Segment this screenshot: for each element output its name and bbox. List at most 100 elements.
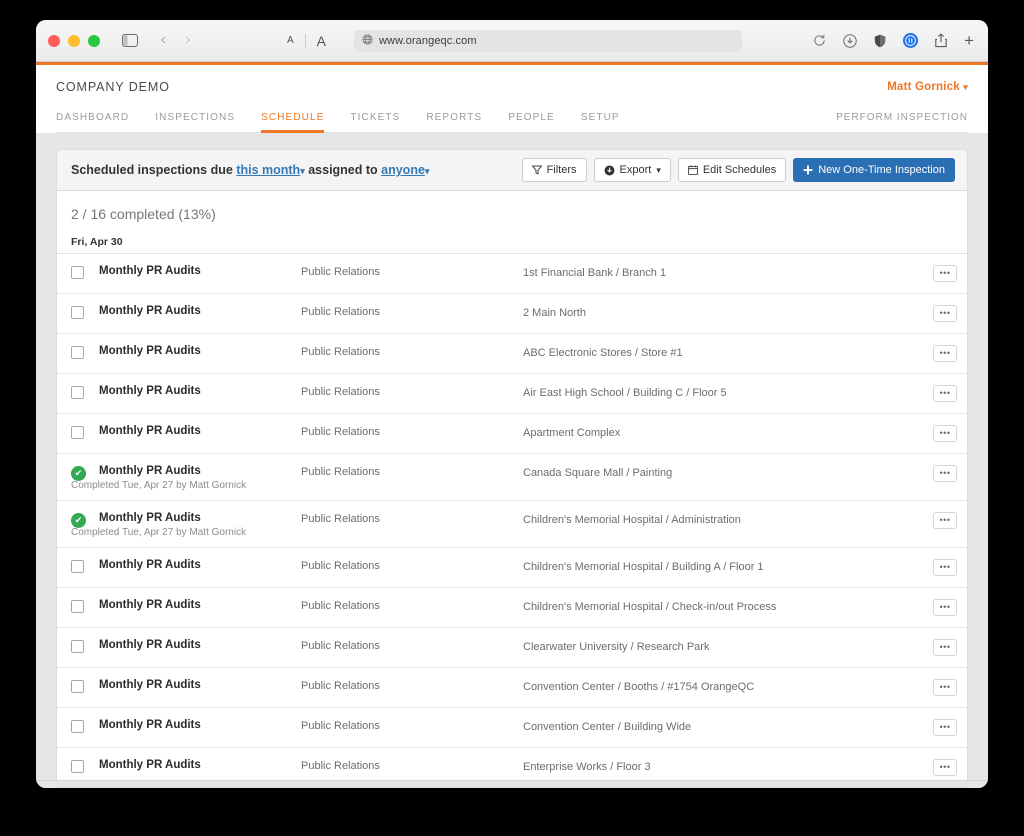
row-checkbox[interactable]	[71, 560, 84, 573]
progress-summary: 2 / 16 completed (13%)	[57, 191, 967, 230]
tab-reports[interactable]: REPORTS	[413, 112, 495, 132]
reload-icon[interactable]	[813, 34, 826, 47]
inspection-category: Public Relations	[301, 679, 523, 692]
table-row[interactable]: Monthly PR AuditsPublic Relations1st Fin…	[57, 254, 967, 294]
inspection-name: Monthly PR Audits	[99, 679, 301, 691]
table-row[interactable]: Monthly PR AuditsPublic RelationsConvent…	[57, 668, 967, 708]
row-menu-button[interactable]: •••	[933, 512, 957, 529]
completion-note: Completed Tue, Apr 27 by Matt Gornick	[71, 527, 301, 538]
text-size-increase-button[interactable]: A	[306, 33, 337, 49]
row-actions-cell: •••	[917, 465, 957, 482]
perform-inspection-link[interactable]: PERFORM INSPECTION	[836, 112, 968, 132]
filter-sentence-middle: assigned to	[305, 163, 381, 177]
row-actions-cell: •••	[917, 425, 957, 442]
browser-window: ‹ › A A www.orangeqc.com	[36, 20, 988, 788]
inspection-name: Monthly PR Audits	[99, 265, 301, 277]
row-menu-button[interactable]: •••	[933, 679, 957, 696]
row-checkbox[interactable]	[71, 426, 84, 439]
row-checkbox[interactable]	[71, 386, 84, 399]
inspection-location: Convention Center / Booths / #1754 Orang…	[523, 679, 917, 696]
row-menu-button[interactable]: •••	[933, 305, 957, 322]
table-row[interactable]: Monthly PR AuditsPublic RelationsChildre…	[57, 588, 967, 628]
assignee-chevron-down-icon[interactable]: ▾	[425, 166, 430, 177]
download-circle-icon	[604, 165, 615, 176]
card-toolbar: Filters Export ▾	[522, 158, 955, 182]
inspection-category: Public Relations	[301, 265, 523, 278]
row-menu-button[interactable]: •••	[933, 385, 957, 402]
tab-people[interactable]: PEOPLE	[495, 112, 568, 132]
row-menu-button[interactable]: •••	[933, 719, 957, 736]
tab-setup[interactable]: SETUP	[568, 112, 633, 132]
row-checkbox[interactable]	[71, 306, 84, 319]
table-row[interactable]: ✔Monthly PR AuditsCompleted Tue, Apr 27 …	[57, 501, 967, 548]
forward-icon[interactable]: ›	[185, 32, 192, 49]
row-checkbox[interactable]	[71, 680, 84, 693]
row-menu-button[interactable]: •••	[933, 599, 957, 616]
sidebar-toggle-icon[interactable]	[122, 34, 138, 47]
row-name-cell: Monthly PR Audits	[99, 559, 301, 571]
period-filter-link[interactable]: this month	[236, 163, 300, 177]
main-nav: DASHBOARD INSPECTIONS SCHEDULE TICKETS R…	[56, 101, 968, 133]
extension-icon[interactable]	[903, 33, 918, 48]
tab-tickets[interactable]: TICKETS	[337, 112, 413, 132]
filters-button[interactable]: Filters	[522, 158, 587, 182]
minimize-window-button[interactable]	[68, 35, 80, 47]
close-window-button[interactable]	[48, 35, 60, 47]
row-checkbox[interactable]	[71, 346, 84, 359]
window-controls[interactable]	[48, 35, 100, 47]
text-size-controls[interactable]: A A	[276, 33, 337, 49]
table-row[interactable]: Monthly PR AuditsPublic RelationsClearwa…	[57, 628, 967, 668]
table-row[interactable]: Monthly PR AuditsPublic RelationsApartme…	[57, 414, 967, 454]
export-button[interactable]: Export ▾	[594, 158, 671, 182]
downloads-icon[interactable]	[843, 34, 857, 48]
row-name-cell: Monthly PR AuditsCompleted Tue, Apr 27 b…	[99, 465, 301, 491]
table-row[interactable]: Monthly PR AuditsPublic RelationsAir Eas…	[57, 374, 967, 414]
inspection-location: Air East High School / Building C / Floo…	[523, 385, 917, 402]
user-menu-label: Matt Gornick	[887, 81, 960, 93]
row-menu-button[interactable]: •••	[933, 345, 957, 362]
row-menu-button[interactable]: •••	[933, 559, 957, 576]
row-actions-cell: •••	[917, 265, 957, 282]
table-row[interactable]: Monthly PR AuditsPublic RelationsConvent…	[57, 708, 967, 748]
navigation-arrows[interactable]: ‹ ›	[160, 32, 192, 49]
table-row[interactable]: ✔Monthly PR AuditsCompleted Tue, Apr 27 …	[57, 454, 967, 501]
row-menu-button[interactable]: •••	[933, 265, 957, 282]
tab-dashboard[interactable]: DASHBOARD	[56, 112, 142, 132]
back-icon[interactable]: ‹	[160, 32, 167, 49]
new-tab-icon[interactable]: +	[964, 32, 974, 49]
tab-schedule[interactable]: SCHEDULE	[248, 112, 337, 132]
row-checkbox[interactable]	[71, 640, 84, 653]
inspection-name: Monthly PR Audits	[99, 719, 301, 731]
privacy-shield-icon[interactable]	[874, 34, 886, 48]
table-row[interactable]: Monthly PR AuditsPublic Relations2 Main …	[57, 294, 967, 334]
inspection-category: Public Relations	[301, 759, 523, 772]
table-row[interactable]: Monthly PR AuditsPublic RelationsABC Ele…	[57, 334, 967, 374]
share-icon[interactable]	[935, 33, 947, 48]
inspection-location: Canada Square Mall / Painting	[523, 465, 917, 482]
maximize-window-button[interactable]	[88, 35, 100, 47]
row-menu-button[interactable]: •••	[933, 759, 957, 776]
tab-inspections[interactable]: INSPECTIONS	[142, 112, 248, 132]
row-checkbox[interactable]	[71, 600, 84, 613]
user-menu[interactable]: Matt Gornick ▾	[887, 81, 968, 93]
row-checkbox[interactable]	[71, 760, 84, 773]
new-one-time-inspection-button[interactable]: New One-Time Inspection	[793, 158, 955, 182]
inspection-category: Public Relations	[301, 425, 523, 438]
address-bar[interactable]: www.orangeqc.com	[354, 30, 742, 52]
row-actions-cell: •••	[917, 639, 957, 656]
assignee-filter-link[interactable]: anyone	[381, 163, 425, 177]
row-checkbox[interactable]	[71, 720, 84, 733]
text-size-decrease-button[interactable]: A	[276, 35, 305, 46]
filter-sentence-prefix: Scheduled inspections due	[71, 163, 236, 177]
funnel-icon	[532, 165, 542, 175]
edit-schedules-button[interactable]: Edit Schedules	[678, 158, 786, 182]
row-menu-button[interactable]: •••	[933, 425, 957, 442]
row-menu-button[interactable]: •••	[933, 639, 957, 656]
inspection-category: Public Relations	[301, 719, 523, 732]
row-actions-cell: •••	[917, 679, 957, 696]
row-checkbox[interactable]	[71, 266, 84, 279]
table-row[interactable]: Monthly PR AuditsPublic RelationsEnterpr…	[57, 748, 967, 788]
inspection-location: Children's Memorial Hospital / Check-in/…	[523, 599, 917, 616]
table-row[interactable]: Monthly PR AuditsPublic RelationsChildre…	[57, 548, 967, 588]
row-menu-button[interactable]: •••	[933, 465, 957, 482]
